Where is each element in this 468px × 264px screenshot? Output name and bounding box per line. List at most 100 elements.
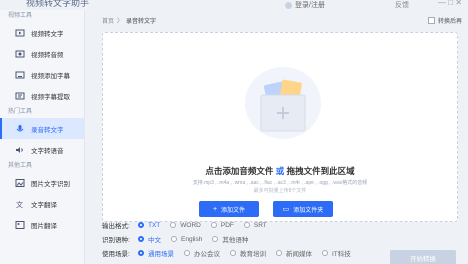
radio-label: PDF xyxy=(220,221,234,229)
radio-dot[interactable] xyxy=(243,222,250,228)
video-text-icon xyxy=(14,27,25,38)
radio-dot[interactable] xyxy=(230,250,236,256)
video-audio-icon xyxy=(14,48,25,59)
radio-dot[interactable] xyxy=(322,250,328,256)
sidebar: 视频工具 视频转文字 视频转音频 视频添加字幕 视频字幕提取 热门工具 录音转文… xyxy=(0,10,85,264)
start-convert-button[interactable]: 开始转换 xyxy=(390,250,456,264)
radio-label: IT科技 xyxy=(332,251,351,258)
login-status[interactable]: 登录/注册 xyxy=(285,0,325,10)
radio-office-meeting[interactable]: 办公会议 xyxy=(184,248,220,258)
radio-label: 通用场景 xyxy=(148,251,174,258)
radio-label: 办公会议 xyxy=(194,251,220,258)
radio-dot[interactable] xyxy=(276,250,282,256)
add-file-button[interactable]: + 添加文件 xyxy=(199,201,259,217)
sidebar-item-video-to-audio[interactable]: 视频转音频 xyxy=(0,43,84,64)
scene-label: 使用场景: xyxy=(102,251,130,258)
radio-word[interactable]: WORD xyxy=(170,222,201,229)
convert-after-label: 转换后再 xyxy=(437,19,462,25)
sidebar-item-label: 视频字幕提取 xyxy=(31,93,70,101)
radio-dot[interactable] xyxy=(138,222,144,228)
breadcrumb: 首页〉录音转文字 xyxy=(102,16,156,25)
supported-formats: 支持.mp3 , .m4a , .wma , .aac , .flac , .a… xyxy=(192,180,368,186)
radio-srt[interactable]: SRT xyxy=(243,221,267,229)
radio-label: 新闻媒体 xyxy=(286,251,312,258)
sidebar-item-label: 视频转文字 xyxy=(31,30,64,38)
output-format-row: 输出格式: TXT WORD PDF SRT xyxy=(102,220,277,231)
radio-other-language[interactable]: 其他语种 xyxy=(212,234,248,244)
radio-dot[interactable] xyxy=(138,236,144,242)
radio-label: 中文 xyxy=(148,237,161,244)
drop-title-suffix: 拖拽文件到此区域 xyxy=(284,166,355,176)
title-bar: 视频转文字助手 登录/注册 反馈 — □ ✕ xyxy=(0,0,468,10)
radio-label: 教育培训 xyxy=(240,251,266,258)
sidebar-item-label: 图片翻译 xyxy=(31,222,57,230)
radio-txt[interactable]: TXT xyxy=(138,222,160,229)
radio-label: SRT xyxy=(253,221,267,229)
drop-title: 点击添加音频文件 或 拖拽文件到此区域 xyxy=(103,165,457,177)
add-file-label: 添加文件 xyxy=(221,207,246,214)
radio-education[interactable]: 教育培训 xyxy=(230,248,266,258)
drop-title-prefix: 点击添加音频文件 xyxy=(205,166,276,176)
output-format-label: 输出格式: xyxy=(102,223,130,230)
breadcrumb-current: 录音转文字 xyxy=(126,19,157,25)
sidebar-item-add-subtitle[interactable]: 视频添加字幕 xyxy=(0,64,84,85)
svg-text:文: 文 xyxy=(16,200,23,209)
radio-news-media[interactable]: 新闻媒体 xyxy=(276,248,312,258)
app-title: 视频转文字助手 xyxy=(26,0,90,8)
scene-row: 使用场景: 通用场景 办公会议 教育培训 新闻媒体 IT科技 xyxy=(102,248,361,258)
group-title: 视频工具 xyxy=(8,13,33,19)
folder-icon: ▭ xyxy=(282,206,290,213)
add-folder-button[interactable]: ▭ 添加文件夹 xyxy=(273,201,333,217)
radio-label: English xyxy=(181,235,203,243)
drop-title-or: 或 xyxy=(275,166,285,176)
sidebar-item-text-to-speech[interactable]: 文字转语音 xyxy=(0,139,84,160)
breadcrumb-separator: 〉 xyxy=(117,19,124,25)
audio-text-icon xyxy=(14,123,25,134)
text-translate-icon: 文 xyxy=(14,198,25,209)
breadcrumb-home[interactable]: 首页 xyxy=(102,19,114,25)
radio-label: 其他语种 xyxy=(222,237,249,244)
sidebar-item-label: 文字转语音 xyxy=(31,147,64,155)
sidebar-item-image-translate[interactable]: 图片翻译 xyxy=(0,214,84,235)
radio-english[interactable]: English xyxy=(171,236,202,243)
sidebar-item-label: 图片文字识别 xyxy=(31,180,70,188)
radio-dot[interactable] xyxy=(212,236,219,242)
radio-dot[interactable] xyxy=(184,250,190,256)
window-controls[interactable]: — □ ✕ xyxy=(438,0,462,7)
sidebar-item-image-ocr[interactable]: 图片文字识别 xyxy=(0,172,84,193)
radio-dot[interactable] xyxy=(170,222,177,228)
radio-label: WORD xyxy=(180,221,201,229)
subtitle-extract-icon xyxy=(14,90,25,101)
sidebar-item-label: 录音转文字 xyxy=(31,126,64,134)
radio-dot[interactable] xyxy=(210,222,217,228)
radio-it-tech[interactable]: IT科技 xyxy=(322,248,351,258)
feedback-link[interactable]: 反馈 xyxy=(395,0,409,10)
image-translate-icon xyxy=(14,219,25,230)
sidebar-item-label: 视频添加字幕 xyxy=(31,72,70,80)
radio-dot[interactable] xyxy=(171,236,177,242)
group-title: 热门工具 xyxy=(8,109,33,115)
radio-label: TXT xyxy=(148,221,161,229)
login-label: 登录/注册 xyxy=(295,2,325,9)
plus-icon: + xyxy=(212,205,218,213)
sidebar-item-label: 文字翻译 xyxy=(31,201,57,209)
radio-general[interactable]: 通用场景 xyxy=(138,248,174,258)
radio-chinese[interactable]: 中文 xyxy=(138,234,161,244)
subtitle-add-icon xyxy=(14,69,25,80)
main-panel: 首页〉录音转文字 转换后再 点击添加音频文件 或 拖拽文件到此区域 支持.mp3… xyxy=(90,10,468,264)
checkbox-box[interactable] xyxy=(427,17,435,24)
language-row: 识别语种: 中文 English 其他语种 xyxy=(102,234,258,245)
language-label: 识别语种: xyxy=(102,237,130,244)
radio-pdf[interactable]: PDF xyxy=(210,221,234,229)
sidebar-item-audio-to-text[interactable]: 录音转文字 xyxy=(0,118,84,139)
add-folder-label: 添加文件夹 xyxy=(293,207,324,214)
sidebar-item-video-to-text[interactable]: 视频转文字 xyxy=(0,22,84,43)
convert-after-checkbox[interactable]: 转换后再 xyxy=(427,16,462,25)
radio-dot[interactable] xyxy=(138,250,144,256)
sidebar-item-extract-subtitle[interactable]: 视频字幕提取 xyxy=(0,85,84,106)
group-title: 其他工具 xyxy=(8,163,33,169)
file-dropzone[interactable]: 点击添加音频文件 或 拖拽文件到此区域 支持.mp3 , .m4a , .wma… xyxy=(102,32,458,222)
sidebar-item-text-translate[interactable]: 文 文字翻译 xyxy=(0,193,84,214)
upload-illustration-icon xyxy=(243,63,323,143)
sidebar-item-label: 视频转音频 xyxy=(31,51,64,59)
